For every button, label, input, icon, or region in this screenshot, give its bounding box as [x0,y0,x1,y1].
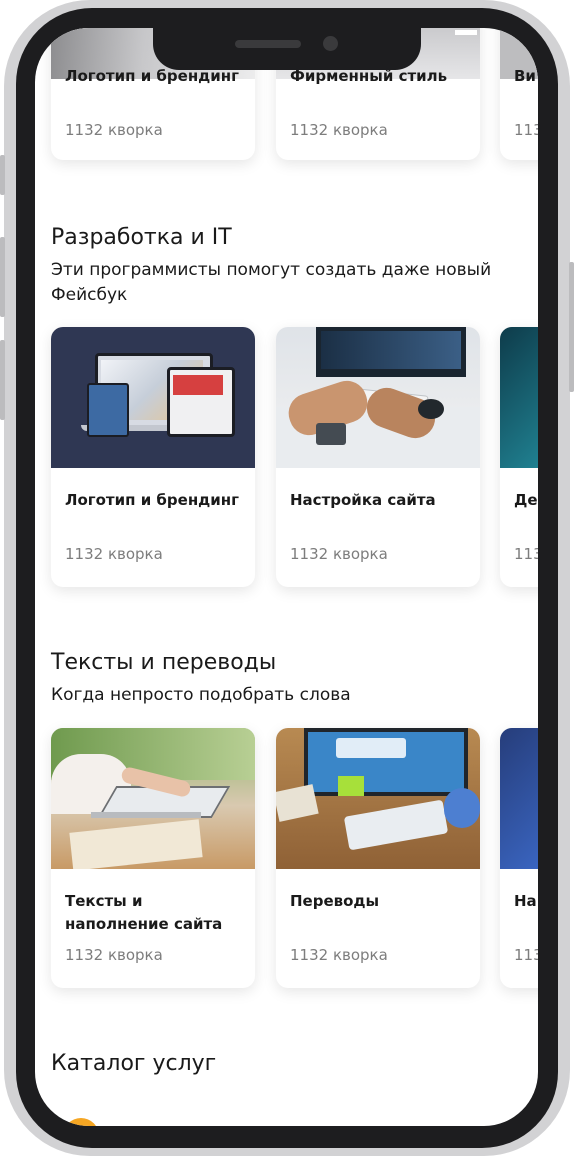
category-card[interactable]: Настройка сайта 1132 кворка [276,327,480,587]
card-image [276,327,480,468]
card-count: 113 [514,545,538,563]
card-image [276,728,480,869]
section-subtitle: Эти программисты помогут создать даже но… [51,260,492,305]
speaker [235,40,301,48]
front-camera [323,36,338,51]
category-card[interactable]: Логотип и брендинг 1132 кворка [51,327,255,587]
category-card[interactable]: Де про 113 [500,327,538,587]
card-count: 1132 кворка [65,121,163,139]
mute-switch [0,155,5,195]
card-count: 113 [514,121,538,139]
card-count: 1132 кворка [290,121,388,139]
card-count: 1132 кворка [290,946,388,964]
card-title: Де про [514,491,538,509]
card-title: Тексты и наполнение сайта [65,892,223,933]
card-image [500,327,538,468]
card-title: Переводы [290,892,380,910]
card-count: 1132 кворка [65,946,163,964]
volume-up-button [0,237,5,317]
catalog-title: Каталог услуг [51,1051,217,1076]
category-card[interactable]: Переводы 1132 кворка [276,728,480,988]
card-title: Ви [514,67,536,85]
category-card[interactable]: На 113 [500,728,538,988]
battery-icon [455,30,477,35]
card-image [51,327,255,468]
section-title: Разработка и IT [51,225,232,250]
card-count: 1132 кворка [290,545,388,563]
category-card[interactable]: Тексты и наполнение сайта 1132 кворка [51,728,255,988]
app-screen: Логотип и брендинг 1132 кворка Фирменный… [35,28,538,1126]
section-subtitle: Когда непросто подобрать слова [51,685,351,705]
category-card[interactable]: Ви 113 [500,28,538,160]
card-title: Логотип и брендинг [65,491,240,509]
card-count: 113 [514,946,538,964]
card-image [500,728,538,869]
catalog-item-icon [63,1118,99,1126]
card-image [51,728,255,869]
card-title: Настройка сайта [290,491,436,509]
section-title: Тексты и переводы [51,650,277,675]
card-title: На [514,892,537,910]
notch [153,28,421,70]
volume-down-button [0,340,5,420]
power-button [569,262,574,392]
card-count: 1132 кворка [65,545,163,563]
